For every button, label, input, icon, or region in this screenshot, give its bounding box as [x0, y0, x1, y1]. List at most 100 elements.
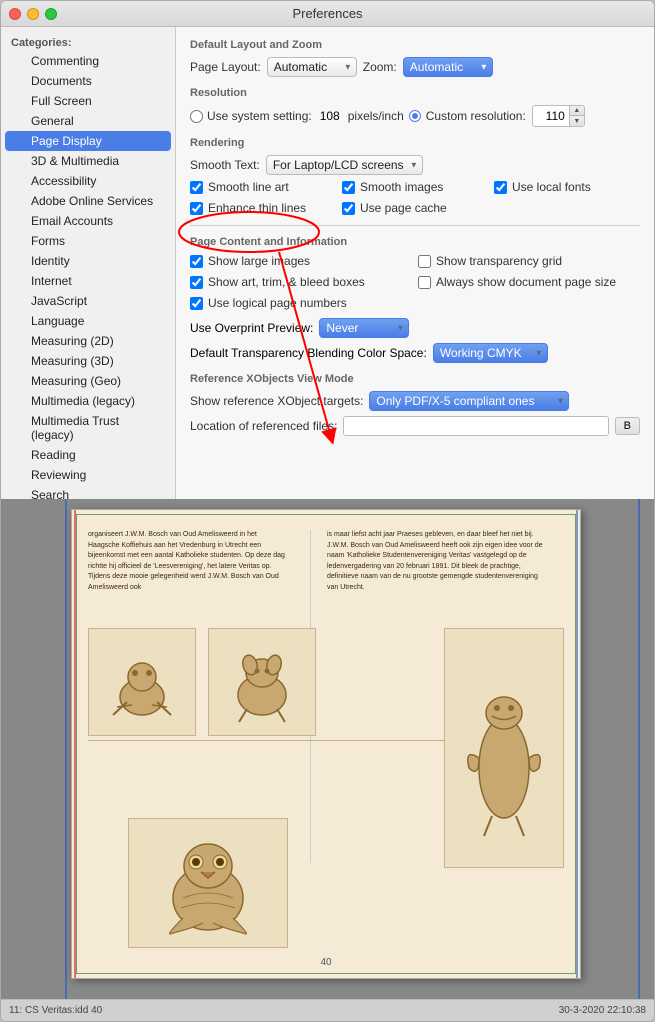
sidebar-item-fullscreen[interactable]: Full Screen	[5, 91, 171, 111]
use-local-fonts-label: Use local fonts	[494, 180, 640, 194]
section-default-layout-zoom: Default Layout and Zoom	[190, 39, 640, 51]
enhance-thin-lines-label: Enhance thin lines	[190, 201, 336, 215]
browse-button[interactable]: B	[615, 417, 640, 435]
sidebar-item-reviewing[interactable]: Reviewing	[5, 465, 171, 485]
sidebar-item-multimediatrust[interactable]: Multimedia Trust (legacy)	[5, 411, 171, 445]
smooth-line-art-checkbox[interactable]	[190, 181, 203, 194]
smooth-images-checkbox[interactable]	[342, 181, 355, 194]
section-page-content: Page Content and Information	[190, 236, 640, 248]
page-layout-dropdown[interactable]: Automatic	[267, 57, 357, 77]
zoom-select-wrap: Automatic	[403, 57, 493, 77]
section-rendering: Rendering	[190, 137, 640, 149]
divider-1	[190, 225, 640, 226]
sidebar-item-multimedialegacy[interactable]: Multimedia (legacy)	[5, 391, 171, 411]
settings-panel: Default Layout and Zoom Page Layout: Aut…	[176, 27, 654, 499]
smooth-text-dropdown[interactable]: For Laptop/LCD screens	[266, 155, 423, 175]
sidebar-item-language[interactable]: Language	[5, 311, 171, 331]
use-system-radio[interactable]	[190, 110, 203, 123]
always-show-doc-label: Always show document page size	[418, 275, 640, 289]
sidebar-item-measuring2d[interactable]: Measuring (2D)	[5, 331, 171, 351]
always-show-doc-checkbox[interactable]	[418, 276, 431, 289]
window-title: Preferences	[292, 6, 362, 21]
show-reference-row: Show reference XObject targets: Only PDF…	[190, 391, 640, 411]
pdf-text-right: is maar liefst acht jaar Praeses gebleve…	[327, 530, 547, 593]
show-large-images-checkbox[interactable]	[190, 255, 203, 268]
pdf-page: organiseert J.W.M. Bosch van Oud Amelisw…	[71, 509, 581, 979]
show-transparency-grid-label: Show transparency grid	[418, 254, 640, 268]
location-label: Location of referenced files:	[190, 419, 337, 433]
resolution-row: Use system setting: 108 pixels/inch Cust…	[190, 105, 640, 127]
use-logical-page-label: Use logical page numbers	[190, 296, 412, 310]
use-logical-page-checkbox[interactable]	[190, 297, 203, 310]
custom-radio-indicator	[410, 111, 420, 121]
overprint-select-wrap: Never	[319, 318, 409, 338]
sidebar-item-pagedisplay[interactable]: Page Display	[5, 131, 171, 151]
location-input[interactable]	[343, 416, 608, 436]
page-layout-row: Page Layout: Automatic Zoom: Automatic	[190, 57, 640, 77]
animal-frog-svg	[97, 637, 187, 727]
blue-margin-left	[65, 499, 67, 999]
window-controls	[9, 8, 57, 20]
show-large-images-label: Show large images	[190, 254, 412, 268]
custom-resolution-label: Custom resolution:	[410, 109, 526, 123]
main-content: Categories: Commenting Documents Full Sc…	[1, 27, 654, 499]
pixels-inch-label: pixels/inch	[348, 109, 404, 123]
sidebar-item-javascript[interactable]: JavaScript	[5, 291, 171, 311]
sidebar-item-commenting[interactable]: Commenting	[5, 51, 171, 71]
show-reference-select-wrap: Only PDF/X-5 compliant ones	[369, 391, 569, 411]
section-resolution: Resolution	[190, 87, 640, 99]
pdf-animal-right	[444, 628, 564, 868]
sidebar-item-adobeonline[interactable]: Adobe Online Services	[5, 191, 171, 211]
zoom-dropdown[interactable]: Automatic	[403, 57, 493, 77]
page-layout-label: Page Layout:	[190, 60, 261, 74]
sidebar-item-3dmultimedia[interactable]: 3D & Multimedia	[5, 151, 171, 171]
overprint-dropdown[interactable]: Never	[319, 318, 409, 338]
sidebar-item-internet[interactable]: Internet	[5, 271, 171, 291]
pdf-red-line-right	[576, 510, 578, 978]
enhance-thin-lines-checkbox[interactable]	[190, 202, 203, 215]
blending-dropdown[interactable]: Working CMYK	[433, 343, 548, 363]
sidebar-item-documents[interactable]: Documents	[5, 71, 171, 91]
close-button[interactable]	[9, 8, 21, 20]
statusbar-left: 11: CS Veritas:idd 40	[9, 1005, 102, 1016]
sidebar-item-measuringgeo[interactable]: Measuring (Geo)	[5, 371, 171, 391]
sidebar-item-accessibility[interactable]: Accessibility	[5, 171, 171, 191]
blending-row: Default Transparency Blending Color Spac…	[190, 343, 640, 363]
show-transparency-grid-checkbox[interactable]	[418, 255, 431, 268]
pdf-text-left: organiseert J.W.M. Bosch van Oud Amelisw…	[88, 530, 288, 593]
sidebar-item-general[interactable]: General	[5, 111, 171, 131]
show-reference-dropdown[interactable]: Only PDF/X-5 compliant ones	[369, 391, 569, 411]
custom-resolution-input[interactable]	[532, 105, 570, 127]
system-value: 108	[320, 109, 340, 123]
sidebar-item-emailaccounts[interactable]: Email Accounts	[5, 211, 171, 231]
pdf-page-number: 40	[320, 957, 331, 968]
use-page-cache-checkbox[interactable]	[342, 202, 355, 215]
show-art-trim-bleed-checkbox[interactable]	[190, 276, 203, 289]
sidebar: Categories: Commenting Documents Full Sc…	[1, 27, 176, 499]
custom-resolution-spinner: ▲ ▼	[532, 105, 585, 127]
sidebar-item-search[interactable]: Search	[5, 485, 171, 499]
spinner-down[interactable]: ▼	[570, 116, 584, 126]
minimize-button[interactable]	[27, 8, 39, 20]
pdf-animal-topleft	[88, 628, 196, 736]
sidebar-item-identity[interactable]: Identity	[5, 251, 171, 271]
titlebar: Preferences	[1, 1, 654, 27]
smooth-images-label: Smooth images	[342, 180, 488, 194]
smooth-text-select-wrap: For Laptop/LCD screens	[266, 155, 423, 175]
sidebar-item-measuring3d[interactable]: Measuring (3D)	[5, 351, 171, 371]
animal-dog-svg	[217, 637, 307, 727]
sidebar-item-reading[interactable]: Reading	[5, 445, 171, 465]
spinner-up[interactable]: ▲	[570, 106, 584, 116]
use-local-fonts-checkbox[interactable]	[494, 181, 507, 194]
overprint-row: Use Overprint Preview: Never	[190, 318, 640, 338]
location-row: Location of referenced files: B	[190, 416, 640, 436]
sidebar-heading: Categories:	[1, 33, 175, 51]
sidebar-item-forms[interactable]: Forms	[5, 231, 171, 251]
section-reference-xobjects: Reference XObjects View Mode	[190, 373, 640, 385]
pdf-red-line-left	[74, 510, 76, 978]
pdf-animal-topright	[208, 628, 316, 736]
animal-bird-svg	[454, 648, 554, 848]
animal-owl-svg	[143, 828, 273, 938]
blue-margin-right	[638, 499, 640, 999]
maximize-button[interactable]	[45, 8, 57, 20]
